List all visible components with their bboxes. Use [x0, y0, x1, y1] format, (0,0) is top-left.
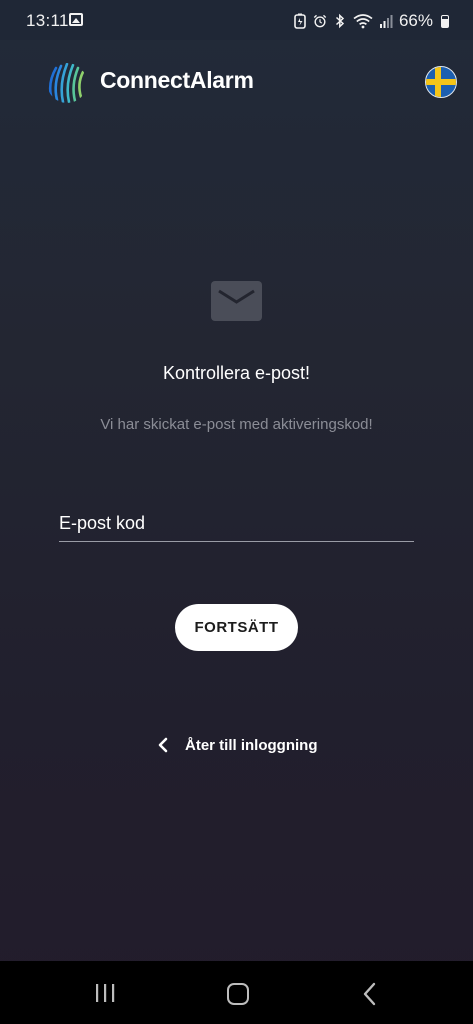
home-icon[interactable] [227, 983, 249, 1005]
screen: 13:11 66% ConnectAlarm Kontrollera e-pos… [0, 0, 473, 1024]
status-time: 13:11 [26, 11, 69, 30]
flag-cross-horizontal [426, 79, 456, 85]
email-code-input[interactable] [59, 486, 414, 551]
status-bar: 13:11 66% [0, 0, 473, 40]
back-icon[interactable] [362, 982, 378, 1006]
signal-icon [379, 15, 393, 28]
back-to-login-label: Åter till inloggning [185, 736, 318, 754]
battery-icon [441, 14, 449, 28]
wifi-icon [353, 14, 373, 29]
page-title: Kontrollera e-post! [162, 363, 311, 383]
mail-icon [211, 281, 262, 321]
recent-apps-icon[interactable] [93, 983, 117, 1003]
back-to-login-link[interactable]: Åter till inloggning [155, 733, 317, 757]
bluetooth-icon [335, 13, 345, 29]
chevron-left-icon [158, 737, 168, 753]
page-subtitle: Vi har skickat e-post med aktiveringskod… [100, 416, 373, 433]
battery-percent: 66% [398, 11, 433, 30]
sweden-flag-icon[interactable] [425, 66, 457, 98]
email-code-field [59, 486, 414, 551]
gallery-icon [69, 13, 83, 26]
alarm-icon [313, 14, 327, 28]
continue-button[interactable]: FORTSÄTT [175, 604, 298, 651]
status-icons: 66% [293, 11, 449, 31]
connectalarm-logo-icon [48, 63, 85, 103]
brand-name: ConnectAlarm [100, 67, 254, 93]
battery-saver-icon [294, 13, 306, 29]
